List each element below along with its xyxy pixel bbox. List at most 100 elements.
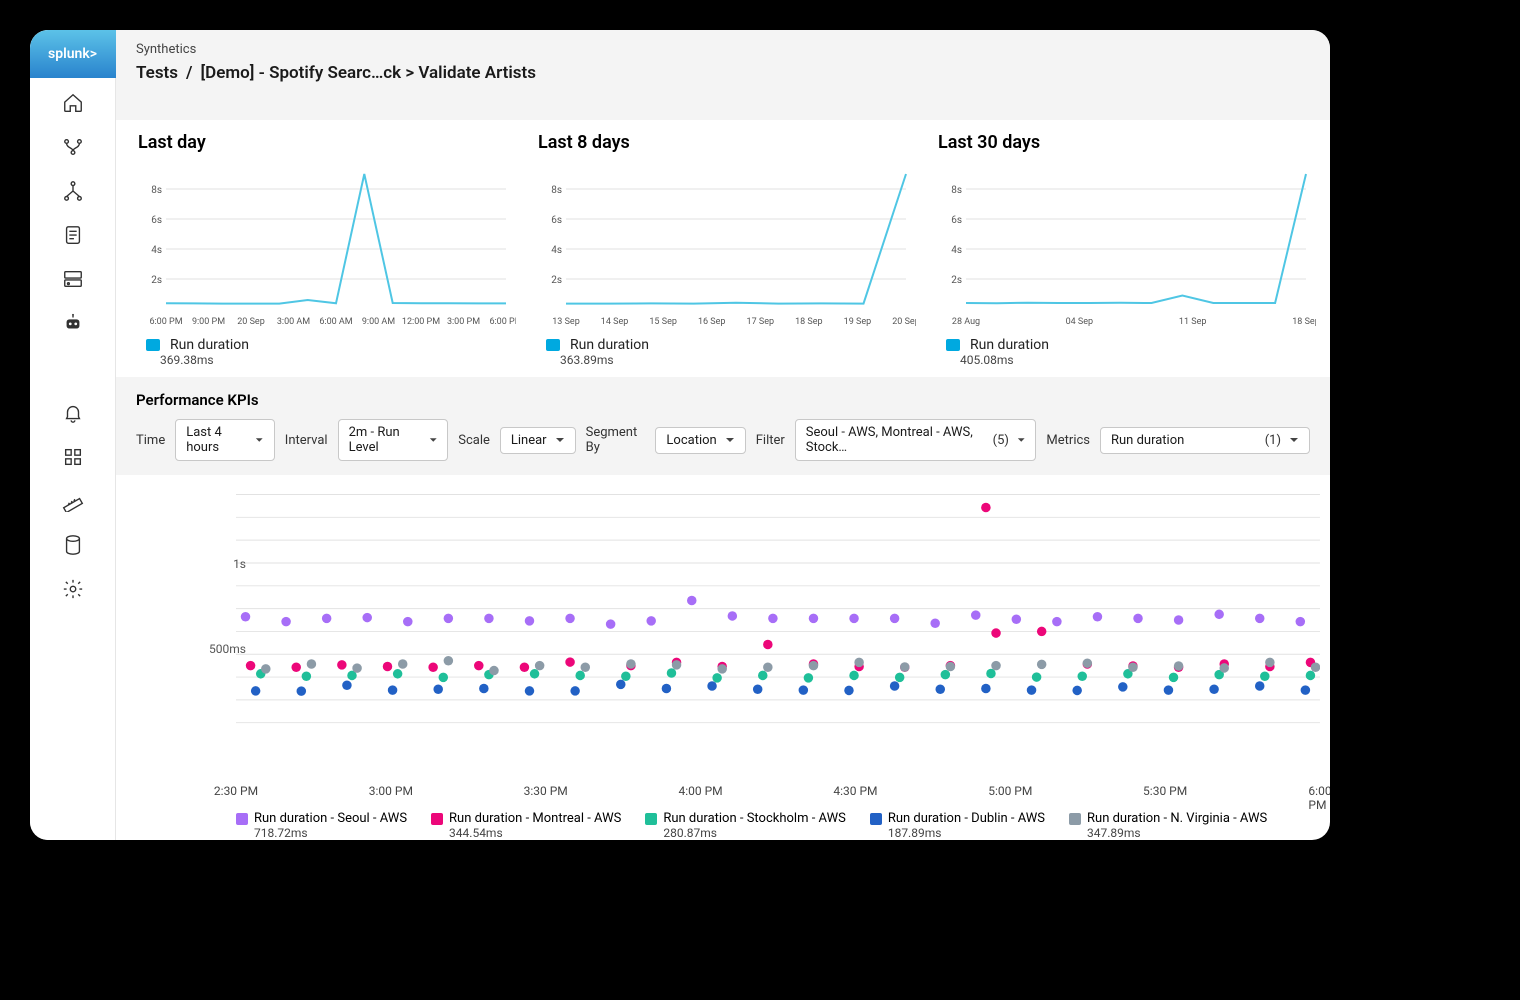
card-title: Last 8 days [538, 132, 916, 153]
kpi-controls: Time Last 4 hours Interval 2m - Run Leve… [136, 419, 1310, 461]
legend: Run duration [946, 337, 1316, 353]
svg-text:28 Aug: 28 Aug [952, 317, 980, 327]
legend-value: 344.54ms [449, 826, 621, 840]
svg-text:3:00 AM: 3:00 AM [277, 317, 310, 327]
legend-label: Run duration - Stockholm - AWS [663, 811, 845, 826]
svg-text:3:00 PM: 3:00 PM [447, 317, 480, 327]
legend-label: Run duration - Seoul - AWS [254, 811, 407, 826]
metrics-label: Metrics [1046, 433, 1090, 448]
svg-text:12:00 PM: 12:00 PM [402, 317, 440, 327]
svg-text:2s: 2s [151, 275, 162, 286]
svg-text:8s: 8s [151, 185, 162, 196]
svg-text:04 Sep: 04 Sep [1066, 317, 1094, 327]
svg-text:2s: 2s [951, 275, 962, 286]
y-tick-500ms: 500ms [206, 642, 246, 656]
breadcrumb-root[interactable]: Tests [136, 63, 178, 83]
server-icon[interactable] [62, 268, 84, 294]
card-last-30-days: Last 30 days 8s 6s 4s 2s 28 Aug04 Sep11 … [936, 128, 1316, 367]
main-content: Synthetics Tests / [Demo] - Spotify Sear… [116, 30, 1330, 840]
legend-swatch-icon [870, 813, 882, 825]
x-axis-labels: 2:30 PM3:00 PM3:30 PM4:00 PM4:30 PM5:00 … [236, 784, 1320, 800]
svg-text:18 Sep: 18 Sep [795, 317, 823, 327]
svg-text:6:00 AM: 6:00 AM [319, 317, 352, 327]
legend-label: Run duration - Montreal - AWS [449, 811, 621, 826]
ruler-icon[interactable] [62, 490, 84, 516]
svg-text:6:00 PM: 6:00 PM [149, 317, 182, 327]
legend-swatch-icon [645, 813, 657, 825]
kpi-scatter-chart[interactable]: 1s 500ms 2:30 PM3:00 PM3:30 PM4:00 PM4:3… [116, 475, 1330, 840]
kpi-bar: Performance KPIs Time Last 4 hours Inter… [116, 377, 1330, 475]
svg-text:8s: 8s [951, 185, 962, 196]
legend: Run duration [546, 337, 916, 353]
svg-text:19 Sep: 19 Sep [844, 317, 872, 327]
svg-text:6s: 6s [151, 215, 162, 226]
legend-item[interactable]: Run duration - Seoul - AWS718.72ms [236, 811, 407, 840]
svg-text:18 Sep: 18 Sep [1292, 317, 1316, 327]
legend-value: 369.38ms [160, 353, 516, 367]
robot-icon[interactable] [62, 312, 84, 338]
svg-text:9:00 PM: 9:00 PM [192, 317, 225, 327]
interval-select[interactable]: 2m - Run Level [338, 419, 449, 461]
chart-last-30-days[interactable]: 8s 6s 4s 2s 28 Aug04 Sep11 Sep18 Sep [936, 159, 1316, 329]
breadcrumb: Tests / [Demo] - Spotify Searc…ck > Vali… [136, 63, 1310, 83]
legend-chip-icon [546, 339, 560, 351]
database-icon[interactable] [62, 534, 84, 560]
filter-label: Filter [756, 433, 785, 448]
chart-last-8-days[interactable]: 8s 6s 4s 2s 13 Sep14 Sep15 Sep16 Sep17 S… [536, 159, 916, 329]
svg-text:8s: 8s [551, 185, 562, 196]
time-select[interactable]: Last 4 hours [175, 419, 275, 461]
svg-text:6s: 6s [551, 215, 562, 226]
card-last-8-days: Last 8 days 8s 6s 4s 2s 13 Sep14 Sep15 S… [536, 128, 916, 367]
legend-value: 187.89ms [888, 826, 1045, 840]
interval-label: Interval [285, 433, 328, 448]
legend-item[interactable]: Run duration - N. Virginia - AWS347.89ms [1069, 811, 1267, 840]
svg-text:15 Sep: 15 Sep [649, 317, 677, 327]
legend-value: 718.72ms [254, 826, 407, 840]
svg-text:20 Sep: 20 Sep [237, 317, 265, 327]
time-label: Time [136, 433, 165, 448]
branches-icon[interactable] [62, 136, 84, 162]
legend-value: 347.89ms [1087, 826, 1267, 840]
mini-charts-row: Last day 8s 6s 4s 2s 6:00 PM 9:00 PM 20 Se… [116, 120, 1330, 377]
scatter-svg [236, 485, 1320, 732]
filter-select[interactable]: Seoul - AWS, Montreal - AWS, Stock…(5) [795, 419, 1037, 461]
bell-icon[interactable] [62, 402, 84, 428]
legend-item[interactable]: Run duration - Dublin - AWS187.89ms [870, 811, 1045, 840]
card-last-day: Last day 8s 6s 4s 2s 6:00 PM 9:00 PM 20 Se… [136, 128, 516, 367]
brand-logo[interactable]: splunk> [30, 30, 116, 78]
sidebar: splunk> [30, 30, 116, 840]
segment-select[interactable]: Location [655, 427, 745, 454]
svg-text:20 Sep: 20 Sep [892, 317, 916, 327]
legend-value: 405.08ms [960, 353, 1316, 367]
svg-text:4s: 4s [151, 245, 162, 256]
metrics-select[interactable]: Run duration(1) [1100, 427, 1310, 454]
svg-text:4s: 4s [551, 245, 562, 256]
svg-text:11 Sep: 11 Sep [1179, 317, 1207, 327]
gear-icon[interactable] [62, 578, 84, 604]
chart-last-day[interactable]: 8s 6s 4s 2s 6:00 PM 9:00 PM 20 Sep 3:00 AM 6… [136, 159, 516, 329]
legend-chip-icon [946, 339, 960, 351]
topbar: Synthetics Tests / [Demo] - Spotify Sear… [116, 30, 1330, 120]
legend-swatch-icon [431, 813, 443, 825]
breadcrumb-page: [Demo] - Spotify Searc…ck > Validate Art… [200, 63, 536, 83]
scale-select[interactable]: Linear [500, 427, 576, 454]
tree-icon[interactable] [62, 180, 84, 206]
card-title: Last day [138, 132, 516, 153]
series-legend: Run duration - Seoul - AWS718.72msRun du… [236, 811, 1320, 840]
breadcrumb-sep: / [186, 63, 192, 83]
svg-text:4s: 4s [951, 245, 962, 256]
apps-icon[interactable] [62, 446, 84, 472]
legend-item[interactable]: Run duration - Montreal - AWS344.54ms [431, 811, 621, 840]
legend-label: Run duration - Dublin - AWS [888, 811, 1045, 826]
segment-label: Segment By [586, 425, 646, 455]
legend-label: Run duration - N. Virginia - AWS [1087, 811, 1267, 826]
document-icon[interactable] [62, 224, 84, 250]
legend-swatch-icon [1069, 813, 1081, 825]
legend-item[interactable]: Run duration - Stockholm - AWS280.87ms [645, 811, 845, 840]
legend: Run duration [146, 337, 516, 353]
sidebar-nav [62, 92, 84, 604]
legend-label: Run duration [970, 337, 1049, 353]
svg-text:13 Sep: 13 Sep [552, 317, 580, 327]
legend-value: 363.89ms [560, 353, 916, 367]
home-icon[interactable] [62, 92, 84, 118]
